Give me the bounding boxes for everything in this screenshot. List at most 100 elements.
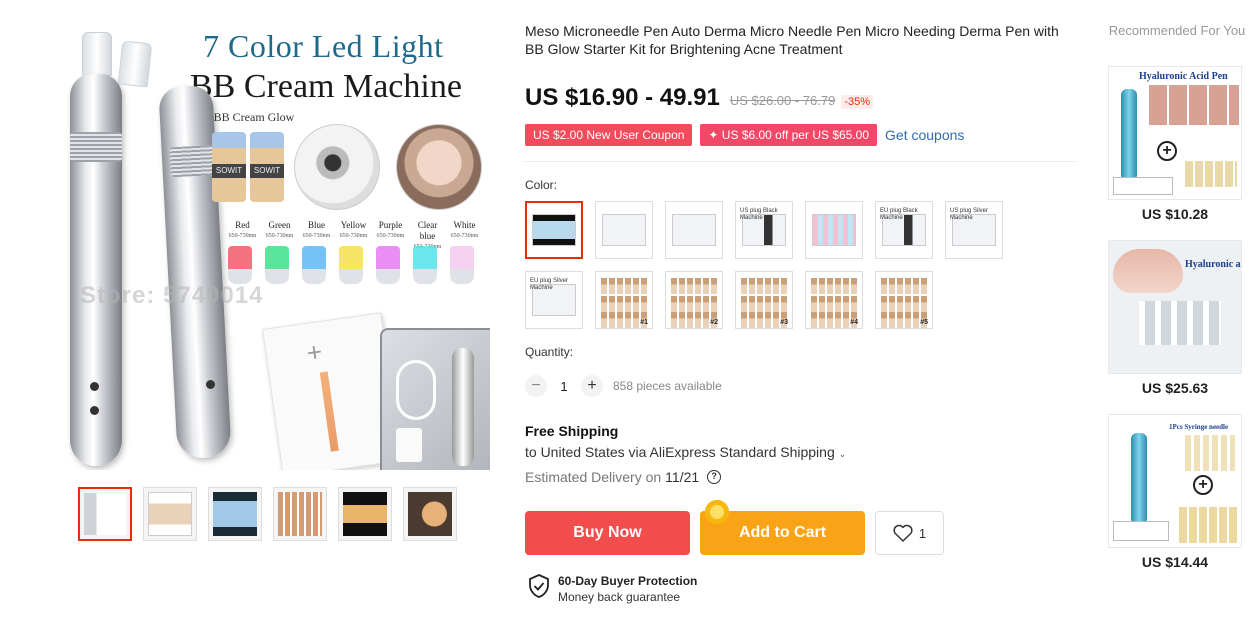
protection-title: 60-Day Buyer Protection <box>558 574 698 588</box>
color-label: Color: <box>525 178 558 192</box>
recommended-item-price: US $10.28 <box>1141 206 1209 222</box>
recommended-item-price: US $14.44 <box>1141 554 1209 570</box>
chevron-down-icon: ⌄ <box>838 449 847 459</box>
recommended-item[interactable]: Hyaluronic Acid Pen + US $10.28 <box>1108 66 1242 222</box>
pen-storage-case <box>380 328 490 470</box>
serum-vial: SOWIT <box>250 132 284 202</box>
needle-head-closeup <box>294 124 380 210</box>
section-divider <box>525 161 1075 162</box>
led-head <box>265 246 289 284</box>
led-heads <box>228 246 474 284</box>
led-color-name: Green <box>268 220 291 230</box>
kit-box-image <box>672 214 716 246</box>
color-option[interactable]: #4 <box>805 271 863 329</box>
led-head <box>450 246 474 284</box>
thumbnail-1[interactable] <box>78 487 132 541</box>
plus-icon: + <box>1193 475 1213 495</box>
vial-row <box>601 296 647 312</box>
color-option[interactable]: #1 <box>595 271 653 329</box>
led-color-name: Clear blue <box>417 220 438 241</box>
wishlist-button[interactable]: 1 <box>875 511 944 555</box>
buy-now-button[interactable]: Buy Now <box>525 511 690 555</box>
get-coupons-link[interactable]: Get coupons <box>885 127 964 143</box>
led-head <box>376 246 400 284</box>
recommended-item-price: US $25.63 <box>1141 380 1209 396</box>
quantity-stepper: − 1 + 858 pieces available <box>525 375 722 397</box>
color-option-number: #4 <box>850 319 858 326</box>
sparkle-icon <box>703 498 731 526</box>
new-user-coupon[interactable]: US $2.00 New User Coupon <box>525 124 693 146</box>
shipping-title: Free Shipping <box>525 423 619 439</box>
led-color-name: Purple <box>378 220 403 230</box>
thumbnail-2[interactable] <box>143 487 197 541</box>
color-option[interactable] <box>665 201 723 259</box>
shipping-destination[interactable]: to United States via AliExpress Standard… <box>525 444 846 460</box>
vial-row <box>671 278 717 294</box>
vial-row <box>741 296 787 312</box>
thumbnail-5[interactable] <box>338 487 392 541</box>
thumbnail-3[interactable] <box>208 487 262 541</box>
hero-title-line-2: BB Cream Machine <box>190 68 462 105</box>
vial-label: SOWIT <box>250 164 284 178</box>
thumbnail-6[interactable] <box>403 487 457 541</box>
heart-icon <box>893 524 913 542</box>
color-options: US plug Black Machine EU plug Black Machi… <box>525 201 1003 329</box>
current-price: US $16.90 - 49.91 <box>525 84 720 111</box>
color-option-number: #3 <box>780 319 788 326</box>
led-head <box>228 246 252 284</box>
protection-subtitle: Money back guarantee <box>558 590 681 604</box>
quantity-decrease-button[interactable]: − <box>525 375 547 397</box>
store-coupon[interactable]: ✦ US $6.00 off per US $65.00 <box>700 124 878 146</box>
pen-button-left <box>90 382 99 391</box>
wishlist-count: 1 <box>918 525 927 541</box>
original-price: US $26.00 - 76.79 <box>729 93 836 108</box>
color-option[interactable]: #3 <box>735 271 793 329</box>
recommended-item[interactable]: 1Pcs Syringe needle + US $14.44 <box>1108 414 1242 570</box>
led-color-range: 650-730nm <box>302 233 331 239</box>
recommended-item-image: Hyaluronic Acid Pen + <box>1108 66 1242 200</box>
color-option-label: EU plug Silver Machine <box>530 278 569 291</box>
led-color-range: 650-730nm <box>228 233 257 239</box>
pen-cap-left <box>82 32 112 76</box>
vial-row <box>741 278 787 294</box>
color-option[interactable] <box>805 201 863 259</box>
color-option[interactable]: #5 <box>875 271 933 329</box>
recommended-item-image: 1Pcs Syringe needle + <box>1108 414 1242 548</box>
kit-box-image <box>812 214 856 246</box>
plus-icon: + <box>1157 141 1177 161</box>
color-option[interactable]: EU plug Black Machine <box>875 201 933 259</box>
color-option[interactable]: EU plug Silver Machine <box>525 271 583 329</box>
shipping-destination-text: to United States via AliExpress Standard… <box>525 444 835 460</box>
coupon-row: US $2.00 New User Coupon ✦ US $6.00 off … <box>525 124 964 146</box>
color-option[interactable]: #2 <box>665 271 723 329</box>
pen-button-right <box>206 380 215 389</box>
price-row: US $16.90 - 49.91 US $26.00 - 76.79 -35% <box>525 84 874 112</box>
vial-row <box>881 278 927 294</box>
quantity-increase-button[interactable]: + <box>581 375 603 397</box>
shield-check-icon <box>529 574 549 598</box>
recommended-item[interactable]: Hyaluronic acid US $25.63 <box>1108 240 1242 396</box>
color-option[interactable]: US plug Black Machine <box>735 201 793 259</box>
color-option[interactable] <box>595 201 653 259</box>
quantity-label: Quantity: <box>525 345 574 359</box>
color-option-number: #2 <box>710 319 718 326</box>
led-color-range: 650-730nm <box>450 233 479 239</box>
color-option[interactable] <box>525 201 583 259</box>
pen-cap-right <box>117 40 153 88</box>
thumbnail-4[interactable] <box>273 487 327 541</box>
led-color-range: 650-730nm <box>265 233 294 239</box>
color-option-label: US plug Black Machine <box>740 208 778 221</box>
vial-row <box>811 296 857 312</box>
kit-box-image <box>602 214 646 246</box>
help-icon[interactable]: ? <box>707 470 722 484</box>
color-option[interactable]: US plug Silver Machine <box>945 201 1003 259</box>
pen-button-left-2 <box>90 406 99 415</box>
recommended-item-caption: Hyaluronic acid <box>1185 259 1241 270</box>
serum-vial: SOWIT <box>212 132 246 202</box>
recommended-item-caption: Hyaluronic Acid Pen <box>1139 71 1228 82</box>
main-product-image[interactable]: 7 Color Led Light BB Cream Machine For B… <box>40 20 490 470</box>
buyer-protection: 60-Day Buyer Protection Money back guara… <box>528 574 697 604</box>
quantity-value[interactable]: 1 <box>547 379 581 394</box>
store-watermark: Store: 5740014 <box>80 282 264 309</box>
kit-box-image <box>532 214 576 246</box>
